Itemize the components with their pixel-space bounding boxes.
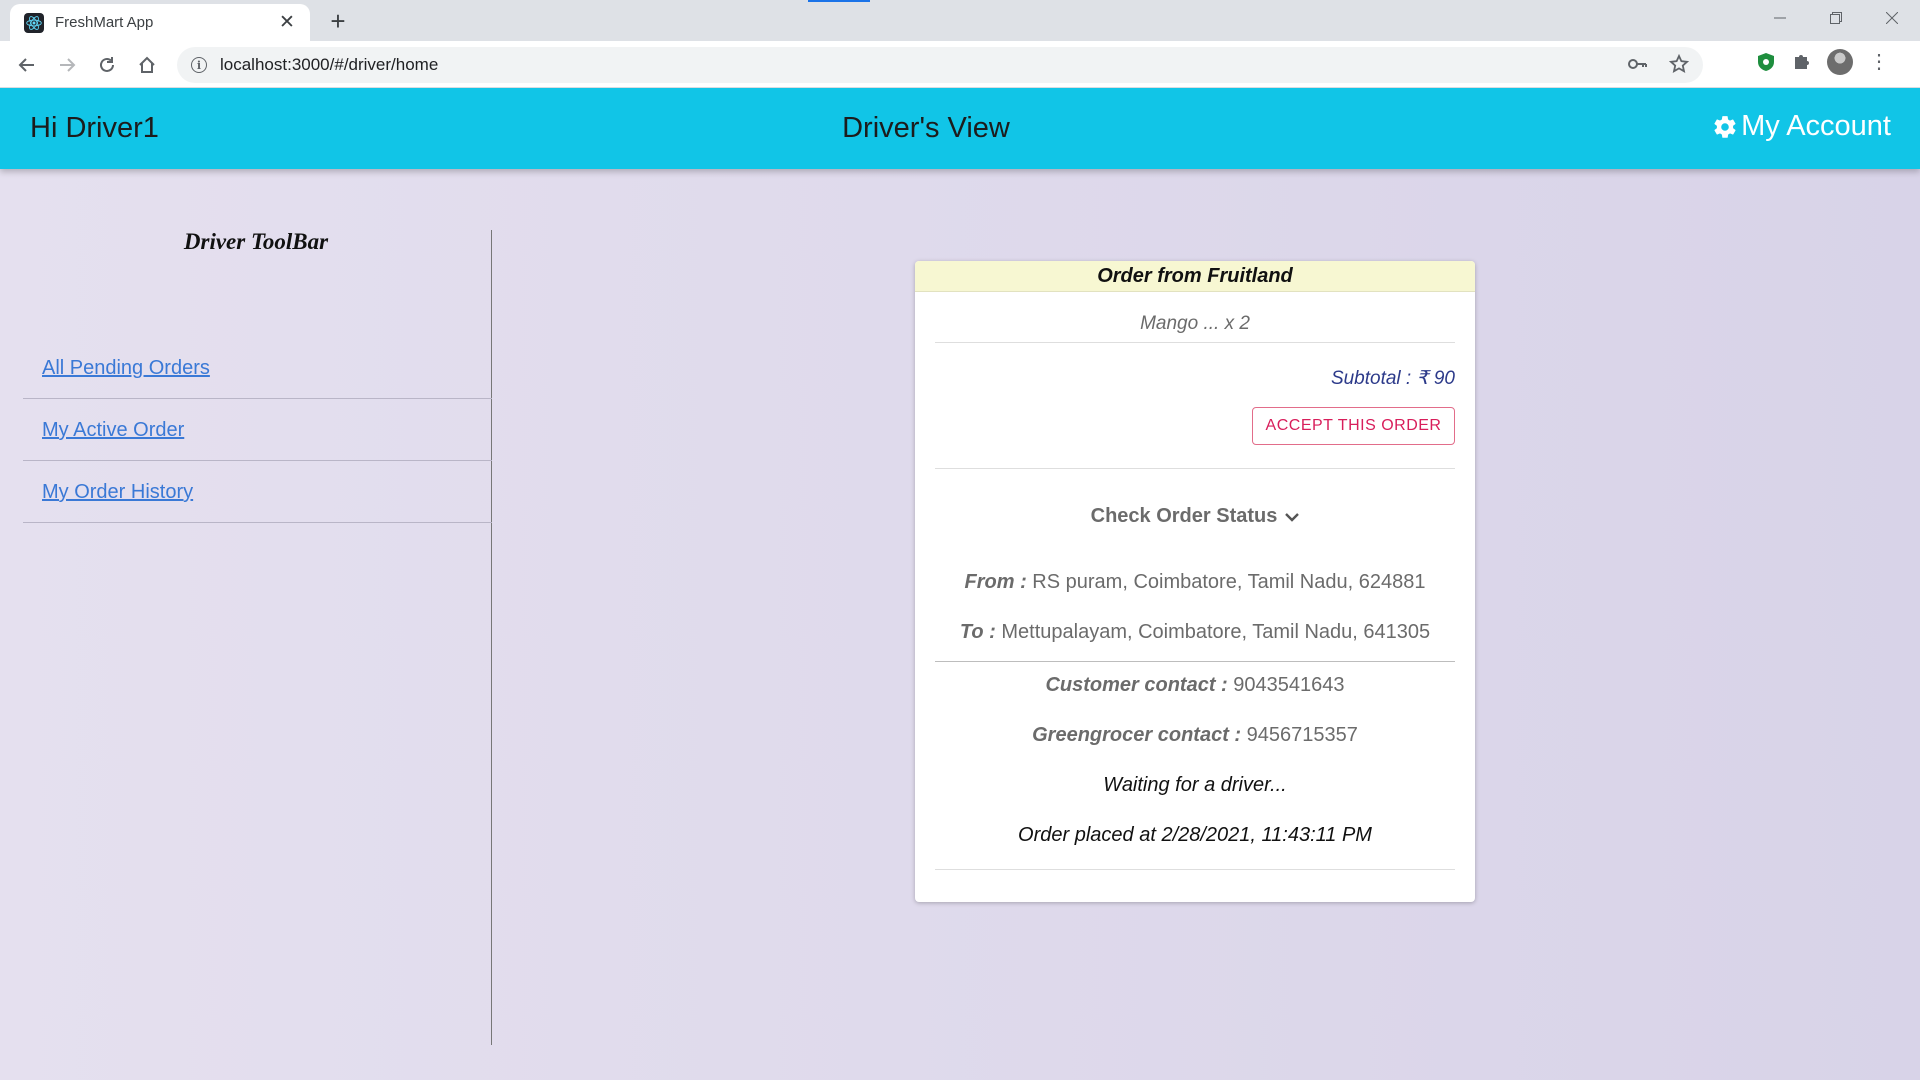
sidebar-item-pending-orders: All Pending Orders (23, 337, 492, 399)
greengrocer-contact-value: 9456715357 (1246, 724, 1358, 746)
tab-close-icon[interactable]: ✕ (276, 12, 298, 34)
to-label: To : (959, 621, 996, 643)
divider (935, 869, 1455, 870)
check-order-status-toggle[interactable]: Check Order Status (915, 505, 1475, 528)
my-account-label: My Account (1741, 110, 1891, 142)
customer-contact: Customer contact : 9043541643 (915, 674, 1475, 697)
my-account-button[interactable]: My Account (1712, 110, 1891, 143)
forward-arrow-icon (60, 58, 76, 72)
browser-menu-icon[interactable]: ⋮ (1869, 52, 1889, 72)
chevron-down-icon (1285, 512, 1300, 522)
customer-contact-label: Customer contact : (1045, 674, 1228, 696)
order-card: Order from Fruitland Mango ... x 2 Subto… (915, 261, 1475, 902)
tab-title: FreshMart App (55, 14, 154, 31)
browser-toolbar: i localhost:3000/#/driver/home ⋮ (0, 41, 1920, 88)
gear-icon (1714, 115, 1736, 138)
order-history-link[interactable]: My Order History (42, 481, 193, 504)
close-icon (1886, 12, 1898, 24)
active-order-link[interactable]: My Active Order (42, 419, 184, 442)
react-favicon-icon (24, 12, 44, 33)
home-button[interactable] (131, 49, 163, 81)
accept-order-button[interactable]: ACCEPT THIS ORDER (1252, 407, 1455, 445)
sidebar-item-order-history: My Order History (23, 461, 492, 523)
key-icon[interactable] (1627, 54, 1647, 74)
minimize-button[interactable] (1752, 0, 1808, 36)
greengrocer-contact: Greengrocer contact : 9456715357 (915, 724, 1475, 747)
from-label: From : (964, 571, 1027, 593)
restore-button[interactable] (1808, 0, 1864, 36)
order-card-header: Order from Fruitland (915, 261, 1475, 292)
to-value: Mettupalayam, Coimbatore, Tamil Nadu, 64… (1001, 621, 1431, 643)
reload-icon (100, 57, 114, 72)
restore-icon (1830, 12, 1842, 24)
browser-tab[interactable]: FreshMart App ✕ (10, 4, 310, 41)
reload-button[interactable] (91, 49, 123, 81)
to-address: To : Mettupalayam, Coimbatore, Tamil Nad… (915, 621, 1475, 644)
extension-area: ⋮ (1755, 49, 1889, 75)
page-title: Driver's View (842, 112, 1010, 144)
sidebar-item-active-order: My Active Order (23, 399, 492, 461)
shield-extension-icon[interactable] (1755, 51, 1777, 73)
app-bar: Hi Driver1 Driver's View My Account (0, 88, 1920, 169)
order-subtotal: Subtotal : ₹ 90 (1330, 368, 1455, 389)
divider (935, 342, 1455, 343)
forward-button[interactable] (51, 49, 83, 81)
divider (935, 661, 1455, 662)
address-bar[interactable]: i localhost:3000/#/driver/home (177, 47, 1703, 83)
from-address: From : RS puram, Coimbatore, Tamil Nadu,… (915, 571, 1475, 594)
profile-avatar[interactable] (1827, 49, 1853, 75)
site-info-icon[interactable]: i (191, 57, 207, 73)
bookmark-star-icon[interactable] (1669, 54, 1689, 74)
home-icon (139, 56, 155, 73)
tab-drag-indicator (808, 0, 870, 2)
close-window-button[interactable] (1864, 0, 1920, 36)
from-value: RS puram, Coimbatore, Tamil Nadu, 624881 (1032, 571, 1426, 593)
pending-orders-link[interactable]: All Pending Orders (42, 357, 210, 380)
window-controls (1752, 0, 1920, 36)
minimize-icon (1774, 17, 1786, 19)
greengrocer-contact-label: Greengrocer contact : (1032, 724, 1242, 746)
order-status-text: Waiting for a driver... (1103, 774, 1287, 796)
browser-tabstrip: FreshMart App ✕ + (0, 0, 1920, 41)
customer-contact-value: 9043541643 (1233, 674, 1345, 696)
order-item: Mango ... x 2 (1140, 313, 1250, 334)
back-button[interactable] (11, 49, 43, 81)
order-placed-time: Order placed at 2/28/2021, 11:43:11 PM (1018, 824, 1372, 846)
puzzle-extensions-icon[interactable] (1791, 51, 1813, 73)
back-arrow-icon (18, 58, 34, 72)
app-root: Hi Driver1 Driver's View My Account Driv… (0, 88, 1920, 1080)
check-order-status-label: Check Order Status (1090, 505, 1278, 527)
url-text: localhost:3000/#/driver/home (220, 55, 439, 74)
divider (935, 468, 1455, 469)
new-tab-button[interactable]: + (323, 7, 353, 37)
